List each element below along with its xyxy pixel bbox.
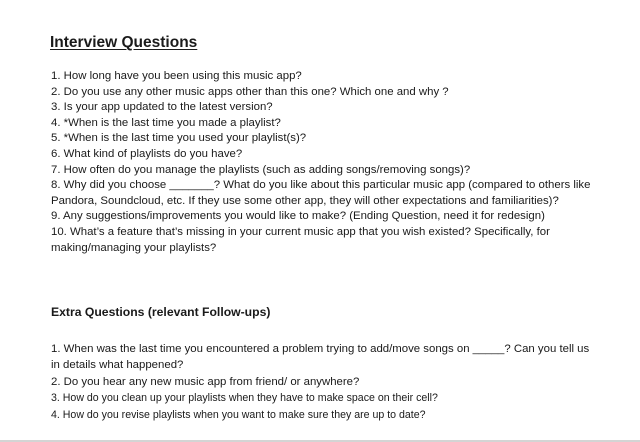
question-item: 9. Any suggestions/improvements you woul… (51, 210, 545, 223)
extra-questions-heading: Extra Questions (relevant Follow-ups) (51, 305, 271, 319)
question-item: 2. Do you use any other music apps other… (51, 85, 449, 98)
question-item: 7. How often do you manage the playlists… (51, 163, 471, 176)
question-item: 10. What’s a feature that’s missing in y… (51, 225, 550, 254)
extra-question-item: 2. Do you hear any new music app from fr… (51, 375, 360, 388)
extra-questions-list: 1. When was the last time you encountere… (51, 341, 596, 423)
question-item: 8. Why did you choose _______? What do y… (51, 179, 591, 207)
document-page: Interview Questions 1. How long have you… (0, 0, 640, 442)
question-item: 3. Is your app updated to the latest ver… (51, 101, 273, 114)
question-item: 1. How long have you been using this mus… (51, 70, 302, 82)
questions-list: 1. How long have you been using this mus… (51, 69, 596, 256)
document-title: Interview Questions (50, 34, 198, 51)
extra-question-item: 4. How do you revise playlists when you … (51, 408, 426, 421)
question-item: 5. *When is the last time you used your … (51, 132, 307, 145)
question-item: 6. What kind of playlists do you have? (51, 147, 243, 160)
question-item: 4. *When is the last time you made a pla… (51, 116, 281, 129)
extra-question-item: 3. How do you clean up your playlists wh… (51, 392, 438, 405)
extra-question-item: 1. When was the last time you encountere… (51, 343, 590, 372)
